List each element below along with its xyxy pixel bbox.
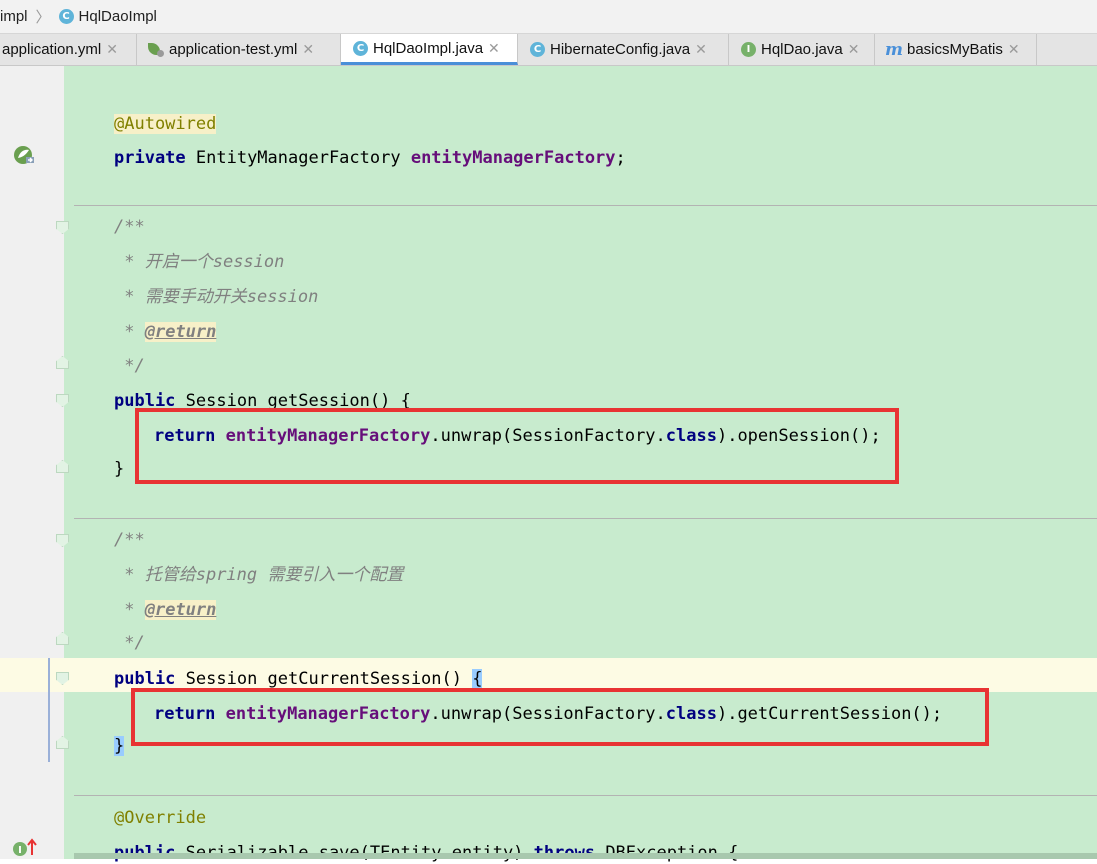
code-line[interactable]: /** — [114, 216, 145, 238]
annotation-autowired: @Autowired — [114, 114, 217, 134]
method-separator — [74, 795, 1097, 796]
tab-hibernateconfig-java[interactable]: C HibernateConfig.java ✕ — [518, 34, 729, 65]
code-line[interactable]: private EntityManagerFactory entityManag… — [114, 147, 626, 169]
doc-comment-close: */ — [114, 633, 145, 653]
breadcrumb-label: impl — [0, 8, 28, 25]
implements-method-icon[interactable]: I — [12, 838, 38, 856]
code-line[interactable]: * @return — [114, 599, 217, 621]
close-icon[interactable]: ✕ — [106, 41, 118, 58]
method-signature: Session getCurrentSession() — [175, 669, 473, 689]
close-icon[interactable]: ✕ — [302, 41, 314, 58]
tab-application-test-yml[interactable]: application-test.yml ✕ — [137, 34, 341, 65]
code-line[interactable]: } — [114, 735, 125, 757]
tab-label: application.yml — [2, 41, 102, 58]
tab-hqldaoimpl-java[interactable]: C HqlDaoImpl.java ✕ — [341, 34, 518, 65]
doc-comment-text: 需要手动开关session — [144, 287, 319, 307]
breadcrumb-item-impl[interactable]: impl — [0, 8, 28, 25]
breadcrumb: impl 〉 C HqlDaoImpl — [0, 0, 1097, 34]
doc-comment-open: /** — [114, 217, 145, 237]
doc-comment-prefix: * — [114, 565, 145, 585]
field-name: entityManagerFactory — [410, 148, 616, 168]
mybatis-icon: m — [885, 39, 903, 60]
tab-application-yml[interactable]: application.yml ✕ — [0, 34, 137, 65]
punctuation: ; — [615, 148, 626, 168]
class-icon: C — [353, 40, 368, 56]
tab-label: HqlDao.java — [761, 41, 843, 58]
highlight-box — [135, 408, 899, 484]
doc-comment-text: 开启一个session — [144, 252, 285, 272]
annotation-override: @Override — [114, 808, 207, 828]
keyword-private: private — [114, 148, 186, 168]
code-line[interactable]: } — [114, 458, 124, 480]
doc-comment-open: /** — [114, 530, 145, 550]
breadcrumb-item-hqldaoimpl[interactable]: C HqlDaoImpl — [58, 8, 157, 25]
code-line[interactable]: @Autowired — [114, 113, 217, 135]
close-icon[interactable]: ✕ — [848, 41, 860, 58]
doc-comment-prefix: * — [114, 600, 145, 620]
tab-label: HqlDaoImpl.java — [373, 39, 484, 57]
close-icon[interactable]: ✕ — [695, 41, 707, 58]
breadcrumb-label: HqlDaoImpl — [78, 8, 157, 25]
code-line[interactable]: */ — [114, 632, 145, 654]
code-line[interactable]: * @return — [114, 321, 217, 343]
tab-label: HibernateConfig.java — [550, 41, 691, 58]
highlight-box — [131, 688, 989, 746]
javadoc-return-tag: @return — [144, 600, 217, 620]
doc-comment-prefix: * — [114, 287, 145, 307]
tab-label: application-test.yml — [169, 41, 298, 58]
javadoc-return-tag: @return — [144, 322, 217, 342]
tab-label: basicsMyBatis — [907, 41, 1003, 58]
method-separator — [74, 205, 1097, 206]
doc-comment-close: */ — [114, 356, 145, 376]
code-editor[interactable]: I @Autowired private EntityManagerFactor… — [0, 66, 1097, 863]
class-icon: C — [58, 9, 74, 24]
close-icon[interactable]: ✕ — [488, 40, 500, 57]
code-line[interactable]: public Session getCurrentSession() { — [114, 668, 483, 690]
spring-config-icon — [147, 42, 165, 57]
doc-comment-prefix: * — [114, 322, 145, 342]
tab-basicsmybatis[interactable]: m basicsMyBatis ✕ — [875, 34, 1037, 65]
editor-gutter — [0, 66, 64, 859]
code-line[interactable]: @Override — [114, 807, 206, 829]
type-name: EntityManagerFactory — [185, 148, 411, 168]
doc-comment-prefix: * — [114, 252, 145, 272]
method-separator — [74, 518, 1097, 519]
code-line[interactable]: /** — [114, 529, 145, 551]
horizontal-scrollbar[interactable] — [74, 853, 1097, 859]
spring-bean-icon[interactable] — [12, 143, 36, 167]
breadcrumb-separator-icon: 〉 — [35, 9, 51, 26]
class-icon: C — [530, 42, 545, 57]
closing-brace: } — [114, 459, 125, 479]
matched-brace: { — [472, 669, 483, 689]
keyword-public: public — [114, 669, 176, 689]
vcs-change-marker[interactable] — [48, 658, 50, 762]
code-line[interactable]: */ — [114, 355, 145, 377]
svg-text:I: I — [18, 845, 22, 856]
code-line[interactable]: * 托管给spring 需要引入一个配置 — [114, 564, 403, 586]
code-line[interactable]: * 需要手动开关session — [114, 286, 318, 308]
interface-icon: I — [741, 42, 756, 57]
editor-tab-bar: application.yml ✕ application-test.yml ✕… — [0, 34, 1097, 66]
code-line[interactable]: * 开启一个session — [114, 251, 284, 273]
doc-comment-text: 托管给spring 需要引入一个配置 — [144, 565, 404, 585]
close-icon[interactable]: ✕ — [1008, 41, 1020, 58]
tab-hqldao-java[interactable]: I HqlDao.java ✕ — [729, 34, 875, 65]
matched-brace: } — [114, 736, 125, 756]
